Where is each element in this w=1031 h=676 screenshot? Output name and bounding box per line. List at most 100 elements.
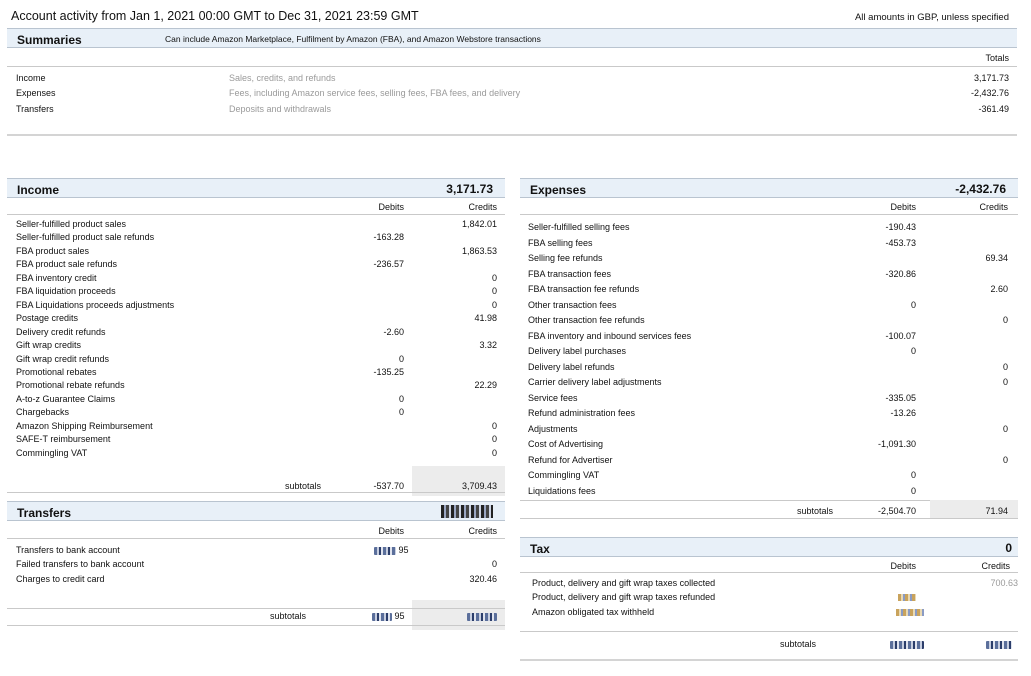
income-total: 3,171.73 <box>446 182 493 196</box>
income-credits-label: Credits <box>468 202 497 212</box>
tax-collected-credit: 700.63 <box>990 578 1018 588</box>
summary-income-desc: Sales, credits, and refunds <box>229 73 336 83</box>
income-row-credit: 3.32 <box>479 340 497 351</box>
income-debits-label: Debits <box>378 202 404 212</box>
expense-row-credit: 0 <box>1002 377 1008 387</box>
summaries-title: Summaries <box>17 33 82 47</box>
income-header: Income 3,171.73 <box>7 178 505 198</box>
expense-row-debit: -335.05 <box>885 392 916 403</box>
expense-row-label: FBA transaction fees <box>528 268 612 279</box>
tax-row-label: Product, delivery and gift wrap taxes re… <box>532 592 716 602</box>
income-row-credit: 0 <box>491 272 497 283</box>
summary-transfers-desc: Deposits and withdrawals <box>229 104 332 114</box>
income-row-label: Gift wrap credit refunds <box>16 353 110 364</box>
expense-row-debit: 0 <box>910 299 916 310</box>
income-row-label: Promotional rebates <box>16 366 97 377</box>
summary-transfers-label: Transfers <box>16 104 54 114</box>
income-row-label: Seller-fulfilled product sales <box>16 219 127 229</box>
report-title: Account activity from Jan 1, 2021 00:00 … <box>11 9 419 23</box>
expense-row-label: Service fees <box>528 392 578 403</box>
income-row-credit: 0 <box>491 434 497 445</box>
income-row-debit: -163.28 <box>373 232 404 243</box>
transfer-bank-debit-redacted <box>374 546 396 555</box>
expense-row-debit: -1,091.30 <box>877 439 916 449</box>
expenses-header: Expenses -2,432.76 <box>520 178 1018 198</box>
summaries-subtitle: Can include Amazon Marketplace, Fulfilme… <box>165 34 541 44</box>
transfer-failed-credit: 0 <box>491 559 497 569</box>
summary-expenses-desc: Fees, including Amazon service fees, sel… <box>229 88 521 98</box>
expense-row-label: FBA selling fees <box>528 237 593 248</box>
income-row-debit: -236.57 <box>373 259 404 270</box>
income-row-credit: 22.29 <box>474 380 497 391</box>
tax-withheld-debit-redacted <box>896 609 924 617</box>
income-row-label: FBA Liquidations proceeds adjustments <box>16 299 175 310</box>
income-row-label: FBA product sales <box>16 245 90 256</box>
income-row-credit: 1,863.53 <box>461 245 497 256</box>
expense-row-label: Seller-fulfilled selling fees <box>528 222 630 232</box>
tax-row-label: Product, delivery and gift wrap taxes co… <box>532 578 716 588</box>
tax-total: 0 <box>1005 541 1012 555</box>
tax-title: Tax <box>530 542 550 556</box>
transfers-title: Transfers <box>17 506 72 520</box>
expense-row-credit: 0 <box>1002 361 1008 372</box>
income-row-credit: 0 <box>491 420 497 431</box>
tax-header: Tax 0 <box>520 537 1018 557</box>
transfer-row-label: Transfers to bank account <box>16 545 120 555</box>
transfers-subtotal-debit-redacted <box>372 612 392 621</box>
expense-row-debit: 0 <box>910 485 916 496</box>
expense-row-label: Cost of Advertising <box>528 439 604 449</box>
tax-refunded-debit-redacted <box>898 594 916 602</box>
income-row-debit: 0 <box>398 407 404 418</box>
expense-row-debit: -13.26 <box>890 408 916 418</box>
income-row-credit: 0 <box>491 447 497 458</box>
expenses-total: -2,432.76 <box>955 182 1006 196</box>
expense-row-credit: 69.34 <box>985 253 1008 263</box>
expense-row-credit: 2.60 <box>990 284 1008 294</box>
expense-row-label: Liquidations fees <box>528 485 596 496</box>
income-row-credit: 0 <box>491 286 497 297</box>
income-row-label: Delivery credit refunds <box>16 326 106 337</box>
transfers-subtotals-label: subtotals <box>270 611 307 621</box>
expense-row-label: Adjustments <box>528 423 578 434</box>
summary-expenses-total: -2,432.76 <box>970 88 1009 98</box>
expense-row-debit: -320.86 <box>885 268 916 279</box>
transfers-debits-label: Debits <box>378 526 404 536</box>
income-row-label: A-to-z Guarantee Claims <box>16 393 116 404</box>
transfers-total-redacted <box>441 505 493 519</box>
expense-row-label: Selling fee refunds <box>528 253 603 263</box>
transfers-header: Transfers <box>7 501 505 521</box>
summary-transfers-total: -361.49 <box>978 104 1009 114</box>
expense-row-debit: -190.43 <box>885 222 916 232</box>
income-row-debit: 0 <box>398 353 404 364</box>
expenses-debits-label: Debits <box>890 202 916 212</box>
expenses-subtotal-debit: -2,504.70 <box>877 506 916 516</box>
income-row-credit: 1,842.01 <box>461 219 497 229</box>
income-row-label: Amazon Shipping Reimbursement <box>16 420 153 431</box>
income-subtotal-credit: 3,709.43 <box>461 481 497 491</box>
expense-row-label: Other transaction fees <box>528 299 617 310</box>
summaries-header: Summaries Can include Amazon Marketplace… <box>7 28 1017 48</box>
tax-subtotal-credit-redacted <box>986 640 1012 649</box>
expenses-credits-label: Credits <box>979 202 1008 212</box>
expense-row-label: Delivery label refunds <box>528 361 615 372</box>
income-row-credit: 0 <box>491 299 497 310</box>
expense-row-label: Other transaction fee refunds <box>528 315 645 325</box>
transfers-subtotal-credit-redacted <box>467 612 497 621</box>
currency-note: All amounts in GBP, unless specified <box>854 12 1009 23</box>
expense-row-label: FBA transaction fee refunds <box>528 284 640 294</box>
expense-row-label: Refund for Advertiser <box>528 454 613 465</box>
income-row-label: Gift wrap credits <box>16 340 82 351</box>
totals-label: Totals <box>985 53 1009 63</box>
expense-row-label: FBA inventory and inbound services fees <box>528 330 692 341</box>
income-row-label: Commingling VAT <box>16 447 88 458</box>
expense-row-label: Commingling VAT <box>528 470 600 480</box>
summary-expenses-label: Expenses <box>16 88 56 98</box>
expense-row-label: Delivery label purchases <box>528 346 627 356</box>
income-row-debit: 0 <box>398 393 404 404</box>
tax-subtotal-debit-redacted <box>890 640 924 649</box>
income-row-label: FBA inventory credit <box>16 272 97 283</box>
tax-credits-label: Credits <box>981 561 1010 571</box>
income-row-credit: 41.98 <box>474 313 497 324</box>
expense-row-debit: -100.07 <box>885 330 916 341</box>
tax-subtotals-label: subtotals <box>780 639 817 649</box>
